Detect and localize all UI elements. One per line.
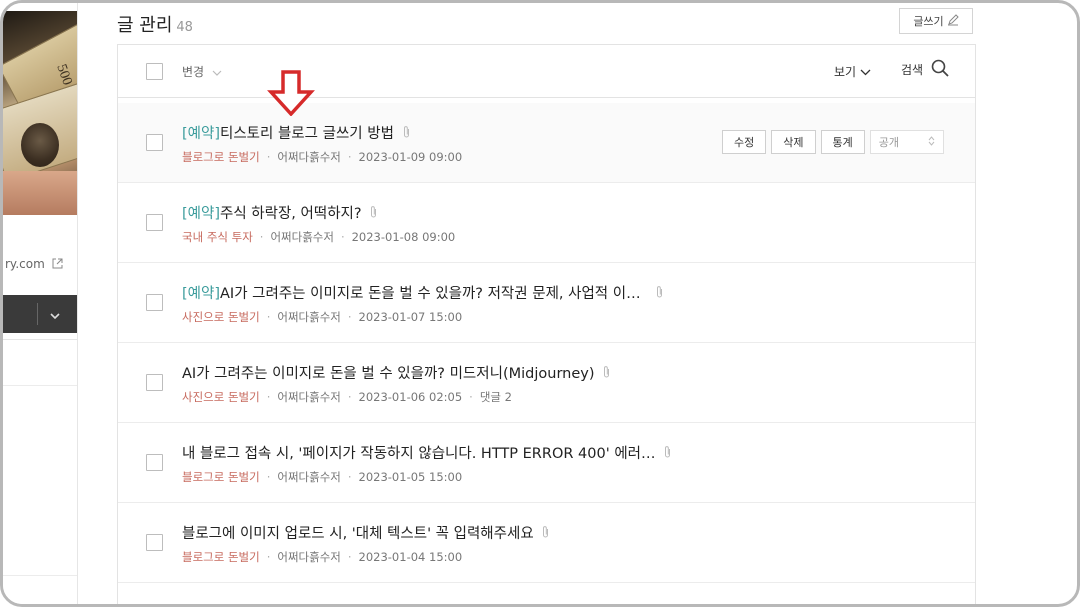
post-title-text[interactable]: AI가 그려주는 이미지로 돈을 벌 수 있을까? 미드저니(Midjourne… (182, 366, 595, 382)
post-author: 어쩌다흙수저 (277, 470, 341, 484)
change-label[interactable]: 변경 (182, 65, 204, 79)
chevron-down-icon[interactable] (49, 307, 61, 326)
search-button[interactable]: 검색 (901, 59, 949, 80)
post-title[interactable]: AI가 그려주는 이미지로 돈을 벌 수 있을까? 미드저니(Midjourne… (182, 362, 611, 383)
blog-site-link[interactable]: ry.com (5, 257, 63, 272)
view-dropdown[interactable]: 보기 (834, 63, 871, 80)
write-post-label[interactable]: 글쓰기 (913, 13, 943, 29)
post-category[interactable]: 국내 주식 투자 (182, 230, 253, 244)
external-link-icon[interactable] (52, 258, 63, 272)
chevron-down-icon[interactable] (212, 66, 222, 80)
post-category[interactable]: 블로그로 돈벌기 (182, 150, 260, 164)
table-row[interactable]: 내 블로그 접속 시, '페이지가 작동하지 않습니다. HTTP ERROR … (118, 423, 975, 503)
write-post-button[interactable]: 글쓰기 (899, 8, 973, 34)
post-title[interactable]: 블로그에 이미지 업로드 시, '대체 텍스트' 꼭 입력해주세요 (182, 522, 550, 543)
post-category[interactable]: 블로그로 돈벌기 (182, 550, 260, 564)
post-title[interactable]: [예약]주식 하락장, 어떡하지? (182, 202, 378, 223)
row-checkbox[interactable] (146, 214, 163, 231)
post-author: 어쩌다흙수저 (277, 310, 341, 324)
paperclip-icon (663, 445, 672, 463)
reserved-tag: [예약] (182, 286, 220, 302)
post-meta: 국내 주식 투자 · 어쩌다흙수저 · 2023-01-08 09:00 (182, 230, 456, 244)
paperclip-icon (655, 285, 664, 303)
table-row[interactable]: [예약]AI가 그려주는 이미지로 돈을 벌 수 있을까? 저작권 문제, 사업… (118, 263, 975, 343)
paperclip-icon (402, 125, 411, 143)
post-category[interactable]: 사진으로 돈벌기 (182, 390, 260, 404)
paperclip-icon (369, 205, 378, 223)
change-dropdown[interactable]: 변경 (182, 63, 222, 80)
post-meta: 블로그로 돈벌기 · 어쩌다흙수저 · 2023-01-05 15:00 (182, 470, 463, 484)
row-checkbox[interactable] (146, 134, 163, 151)
list-toolbar: 변경 보기 검색 (118, 45, 975, 98)
post-author: 어쩌다흙수저 (270, 230, 334, 244)
post-date: 2023-01-05 15:00 (358, 470, 463, 484)
post-date: 2023-01-06 02:05 (358, 390, 463, 404)
reserved-tag: [예약] (182, 206, 220, 222)
post-title-text[interactable]: 내 블로그 접속 시, '페이지가 작동하지 않습니다. HTTP ERROR … (182, 446, 656, 462)
select-all-checkbox[interactable] (146, 63, 163, 80)
post-meta: 사진으로 돈벌기 · 어쩌다흙수저 · 2023-01-06 02:05 · 댓글 2 (182, 390, 512, 404)
post-author: 어쩌다흙수저 (277, 550, 341, 564)
row-checkbox[interactable] (146, 294, 163, 311)
row-checkbox[interactable] (146, 374, 163, 391)
site-link-text[interactable]: ry.com (5, 257, 45, 271)
view-label[interactable]: 보기 (834, 65, 856, 79)
window-frame: 500 ry.com 글 관리 48 글쓰기 변경 보기 검색 [예약]티스토리… (0, 0, 1080, 607)
sidebar: 500 ry.com (3, 3, 78, 604)
post-category[interactable]: 블로그로 돈벌기 (182, 470, 260, 484)
table-row[interactable]: [예약]주식 하락장, 어떡하지? 국내 주식 투자 · 어쩌다흙수저 · 2023-0… (118, 183, 975, 263)
table-row[interactable]: [예약]티스토리 블로그 글쓰기 방법 블로그로 돈벌기 · 어쩌다흙수저 · 2023… (118, 103, 975, 183)
delete-button[interactable]: 삭제 (771, 130, 816, 154)
post-title-text[interactable]: AI가 그려주는 이미지로 돈을 벌 수 있을까? 저작권 문제, 사업적 이… (220, 286, 641, 302)
paperclip-icon (602, 365, 611, 383)
blog-selector-dropdown[interactable] (3, 295, 77, 333)
post-author: 어쩌다흙수저 (277, 150, 341, 164)
post-title-text[interactable]: 블로그에 이미지 업로드 시, '대체 텍스트' 꼭 입력해주세요 (182, 526, 534, 542)
chevron-down-icon[interactable] (860, 65, 871, 79)
post-title[interactable]: 내 블로그 접속 시, '페이지가 작동하지 않습니다. HTTP ERROR … (182, 442, 672, 463)
blog-thumbnail-image: 500 (3, 11, 77, 215)
row-checkbox[interactable] (146, 534, 163, 551)
table-row[interactable]: AI가 그려주는 이미지로 돈을 벌 수 있을까? 미드저니(Midjourne… (118, 343, 975, 423)
post-title-text[interactable]: 티스토리 블로그 글쓰기 방법 (220, 126, 394, 142)
post-meta: 블로그로 돈벌기 · 어쩌다흙수저 · 2023-01-04 15:00 (182, 550, 463, 564)
post-date: 2023-01-08 09:00 (351, 230, 456, 244)
post-author: 어쩌다흙수저 (277, 390, 341, 404)
post-date: 2023-01-04 15:00 (358, 550, 463, 564)
page-title-text: 글 관리 (117, 15, 173, 36)
red-down-arrow-icon (266, 70, 316, 120)
post-meta: 블로그로 돈벌기 · 어쩌다흙수저 · 2023-01-09 09:00 (182, 150, 463, 164)
post-date: 2023-01-09 09:00 (358, 150, 463, 164)
reserved-tag: [예약] (182, 126, 220, 142)
post-category[interactable]: 사진으로 돈벌기 (182, 310, 260, 324)
paperclip-icon (541, 525, 550, 543)
visibility-select[interactable]: 공개 (869, 130, 944, 154)
pencil-icon[interactable] (947, 13, 959, 29)
row-actions: 수정 삭제 통계 공개 (722, 130, 944, 154)
row-checkbox[interactable] (146, 454, 163, 471)
sort-arrows-icon[interactable] (928, 135, 935, 149)
comment-count[interactable]: 댓글 2 (480, 390, 512, 404)
search-icon[interactable] (931, 59, 949, 80)
post-title[interactable]: [예약]티스토리 블로그 글쓰기 방법 (182, 122, 411, 143)
post-meta: 사진으로 돈벌기 · 어쩌다흙수저 · 2023-01-07 15:00 (182, 310, 463, 324)
post-list: 변경 보기 검색 [예약]티스토리 블로그 글쓰기 방법 블로그로 돈벌기 · … (117, 44, 976, 604)
search-label[interactable]: 검색 (901, 61, 923, 78)
post-date: 2023-01-07 15:00 (358, 310, 463, 324)
stats-button[interactable]: 통계 (820, 130, 865, 154)
post-count: 48 (176, 20, 193, 35)
edit-button[interactable]: 수정 (722, 130, 767, 154)
post-title[interactable]: [예약]AI가 그려주는 이미지로 돈을 벌 수 있을까? 저작권 문제, 사업… (182, 282, 664, 303)
visibility-value[interactable]: 공개 (879, 134, 899, 150)
post-title-text[interactable]: 주식 하락장, 어떡하지? (220, 206, 362, 222)
page-title: 글 관리 48 (117, 11, 193, 37)
table-row[interactable]: 블로그에 이미지 업로드 시, '대체 텍스트' 꼭 입력해주세요 블로그로 돈… (118, 503, 975, 583)
